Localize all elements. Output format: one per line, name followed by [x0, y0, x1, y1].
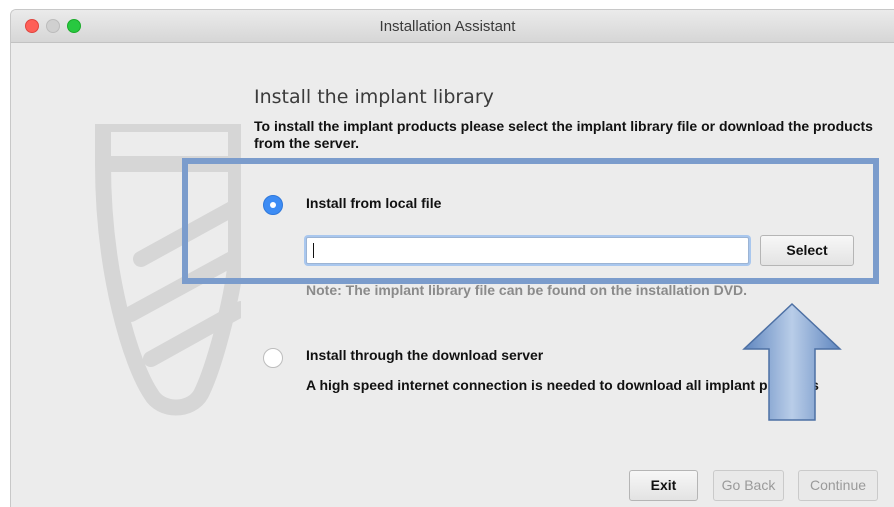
- go-back-button[interactable]: Go Back: [713, 470, 784, 501]
- radio-install-local[interactable]: [263, 195, 283, 215]
- installer-window: Installation Assistant Install the impla…: [10, 9, 894, 507]
- page-heading: Install the implant library: [254, 86, 494, 108]
- select-file-button[interactable]: Select: [760, 235, 854, 266]
- option-server-label[interactable]: Install through the download server: [306, 347, 543, 363]
- continue-button[interactable]: Continue: [798, 470, 878, 501]
- text-cursor: [313, 243, 314, 258]
- exit-button[interactable]: Exit: [629, 470, 698, 501]
- radio-install-server[interactable]: [263, 348, 283, 368]
- file-path-input[interactable]: [306, 237, 749, 264]
- up-arrow-icon: [742, 302, 842, 421]
- dialog-content: Install the implant library To install t…: [11, 44, 894, 507]
- local-file-note: Note: The implant library file can be fo…: [306, 282, 748, 298]
- window-title: Installation Assistant: [379, 18, 516, 35]
- option-local-label[interactable]: Install from local file: [306, 195, 441, 211]
- intro-text: To install the implant products please s…: [254, 118, 873, 151]
- implant-watermark-icon: [95, 124, 241, 416]
- title-bar: Installation Assistant: [11, 10, 894, 43]
